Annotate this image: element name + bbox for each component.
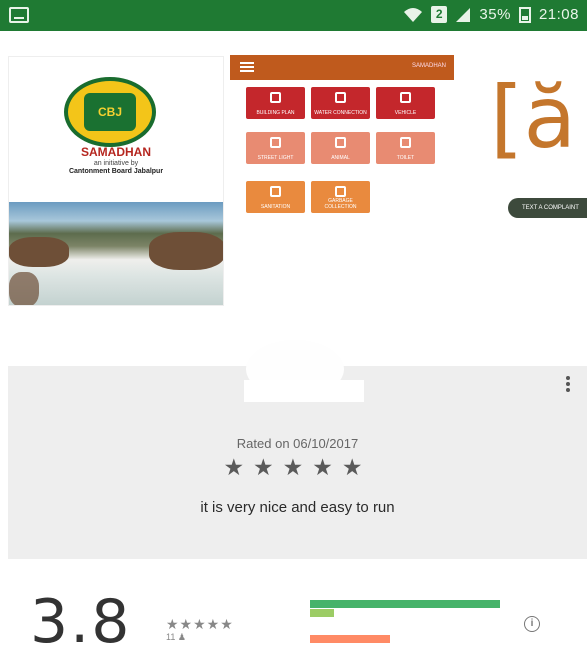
menu-tile[interactable]: ANIMAL (311, 132, 370, 164)
reviewer-name-redacted (244, 380, 364, 402)
menu-tile-label: BUILDING PLAN (256, 110, 295, 116)
bin-icon (335, 186, 346, 197)
wifi-icon (404, 7, 423, 22)
tagline: an initiative by (93, 160, 139, 167)
reviews-count: 11 ♟ (166, 632, 186, 642)
hamburger-icon (240, 62, 254, 64)
average-stars: ★★★★★ (166, 616, 234, 632)
notification-icon (9, 7, 29, 23)
status-icons: 2 35% 21:08 (403, 6, 579, 23)
status-bar: 2 35% 21:08 (0, 0, 587, 31)
cantonment-emblem-icon: CBJ (64, 77, 156, 147)
sweep-icon (270, 186, 281, 197)
rating-summary: 3.8 ★★★★★ 11 ♟ i (0, 580, 587, 652)
camera-logo-icon: [ă (490, 68, 577, 168)
screenshot-partial[interactable]: [ă TEXT A COMPLAINT (462, 55, 587, 273)
review-text: it is very nice and easy to run (200, 499, 395, 516)
cow-icon (335, 137, 346, 148)
menu-tile-label: STREET LIGHT (257, 155, 294, 161)
screenshot-splash[interactable]: CBJ SAMADHAN an initiative by Cantonment… (8, 56, 224, 306)
info-icon[interactable]: i (524, 616, 540, 632)
menu-tile-label: WATER CONNECTION (314, 110, 367, 116)
menu-tile-label: TOILET (396, 155, 415, 161)
sim-icon: 2 (431, 6, 448, 23)
menu-tile-label: VEHICLE (394, 110, 417, 116)
menu-tile[interactable]: BUILDING PLAN (246, 87, 305, 119)
clock: 21:08 (538, 6, 579, 23)
signal-icon (456, 7, 471, 22)
toilet-icon (400, 137, 411, 148)
battery-percent: 35% (479, 6, 511, 23)
lamp-icon (270, 137, 281, 148)
rating-bar (310, 635, 390, 643)
battery-icon (518, 6, 531, 23)
waterfall-photo (9, 202, 223, 305)
menu-tile[interactable]: TOILET (376, 132, 435, 164)
menu-tile[interactable]: GARBAGE COLLECTION (311, 181, 370, 213)
average-score: 3.8 (30, 587, 132, 657)
menu-tile-label: ANIMAL (331, 155, 350, 161)
app-name: SAMADHAN (81, 145, 151, 159)
menu-tile-label: GARBAGE COLLECTION (324, 198, 357, 210)
overflow-menu-icon[interactable] (566, 376, 571, 394)
emblem-text: CBJ (84, 93, 136, 131)
menu-tile[interactable]: SANITATION (246, 181, 305, 213)
rating-bar (310, 609, 334, 617)
rating-bar (310, 600, 500, 608)
rated-date: Rated on 06/10/2017 (236, 436, 359, 451)
screenshot-menu[interactable]: SAMADHAN BUILDING PLAN WATER CONNECTION VE… (230, 55, 454, 273)
organization-name: Cantonment Board Jabalpur (68, 168, 164, 175)
menu-bar-title: SAMADHAN (411, 63, 446, 69)
review-stars: ★★★★★ (223, 454, 372, 480)
review-card: Rated on 06/10/2017 ★★★★★ it is very nic… (8, 340, 587, 559)
drum-icon (270, 92, 281, 103)
tap-icon (335, 92, 346, 103)
menu-tile[interactable]: WATER CONNECTION (311, 87, 370, 119)
complaint-pill: TEXT A COMPLAINT (508, 198, 587, 218)
menu-tile-label: SANITATION (260, 204, 291, 210)
menu-tile[interactable]: STREET LIGHT (246, 132, 305, 164)
menu-tile[interactable]: VEHICLE (376, 87, 435, 119)
car-icon (400, 92, 411, 103)
menu-app-bar: SAMADHAN (230, 55, 454, 80)
